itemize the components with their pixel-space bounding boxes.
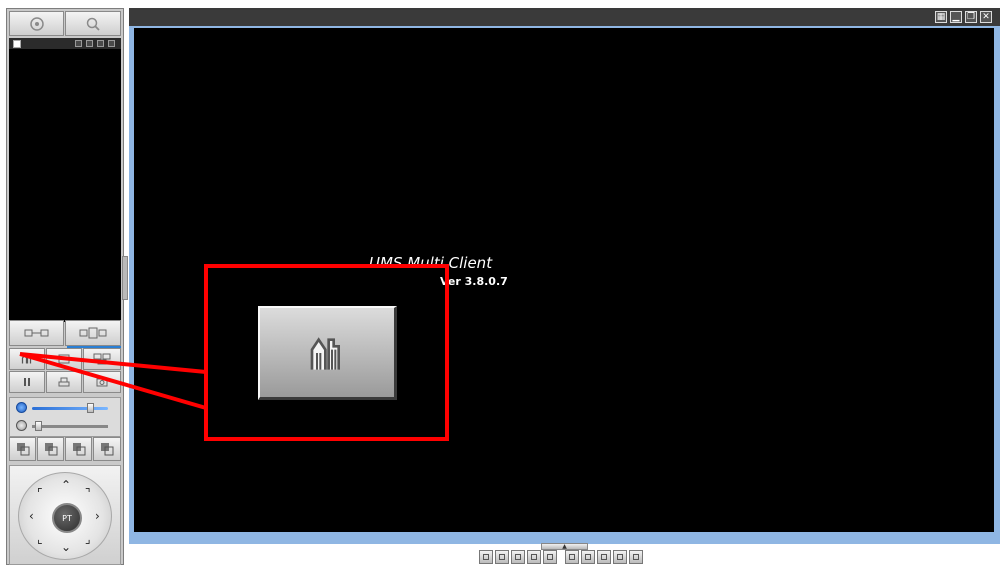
layout-4-button[interactable] xyxy=(495,550,509,564)
mic-thumb[interactable] xyxy=(35,421,43,431)
expand-tab[interactable]: ▲ xyxy=(541,543,588,550)
audio-controls xyxy=(9,397,121,437)
setup-button-zoomed xyxy=(258,306,397,400)
split-icon[interactable] xyxy=(97,40,104,47)
volume-slider[interactable] xyxy=(32,407,108,410)
ptz-downleft-icon[interactable]: ⌞ xyxy=(37,533,43,545)
ptz-preset-button-4[interactable] xyxy=(93,437,121,461)
preset-icon xyxy=(16,443,29,456)
microphone-icon[interactable] xyxy=(16,420,27,431)
ptz-preset-button-2[interactable] xyxy=(37,437,64,461)
print-button[interactable] xyxy=(46,371,82,393)
speaker-icon[interactable] xyxy=(16,402,27,413)
target-icon xyxy=(29,16,44,31)
ptz-upright-icon[interactable]: ⌝ xyxy=(85,487,91,499)
minimize-icon[interactable]: ▁ xyxy=(950,11,962,23)
layout-icon[interactable]: ▦ xyxy=(935,11,947,23)
network-button[interactable] xyxy=(65,320,121,346)
layout-page-3-button[interactable] xyxy=(597,550,611,564)
ptz-preset-button-3[interactable] xyxy=(65,437,92,461)
connect-button[interactable] xyxy=(9,320,64,346)
preset-icon xyxy=(72,443,85,456)
record-button[interactable] xyxy=(46,348,82,370)
ptz-preset-button-1[interactable] xyxy=(9,437,36,461)
multi-screen-button[interactable] xyxy=(83,348,121,370)
layout-page-1-button[interactable] xyxy=(565,550,579,564)
title-bar: ▦ ▁ ❐ ✕ xyxy=(129,8,1000,26)
layout-page-4-button[interactable] xyxy=(613,550,627,564)
connector-icon xyxy=(24,329,48,337)
camera-icon xyxy=(96,378,108,387)
tools-icon xyxy=(310,336,340,370)
layout-16-button[interactable] xyxy=(527,550,541,564)
layout-page-2-button[interactable] xyxy=(581,550,595,564)
ptz-joystick[interactable]: ⌃ ⌄ ‹ › ⌜ ⌝ ⌞ ⌟ PT xyxy=(18,472,112,560)
preview-checkbox[interactable] xyxy=(13,40,21,48)
pause-icon xyxy=(24,378,30,386)
app-version: Ver 3.8.0.7 xyxy=(440,275,508,288)
tools-icon xyxy=(21,354,32,364)
print-icon xyxy=(58,377,70,387)
camera-preview xyxy=(9,49,121,322)
ptz-up-icon[interactable]: ⌃ xyxy=(61,479,71,491)
control-panel: ⌃ ⌄ ‹ › ⌜ ⌝ ⌞ ⌟ PT xyxy=(6,8,124,565)
layout-9-button[interactable] xyxy=(511,550,525,564)
capture-button[interactable] xyxy=(83,371,121,393)
preset-icon xyxy=(101,443,114,456)
panel-collapse-handle[interactable] xyxy=(122,256,128,300)
ptz-left-icon[interactable]: ‹ xyxy=(29,510,34,522)
split-icon[interactable] xyxy=(108,40,115,47)
pause-button[interactable] xyxy=(9,371,45,393)
record-icon xyxy=(58,354,70,364)
ptz-downright-icon[interactable]: ⌟ xyxy=(85,533,91,545)
setup-button[interactable] xyxy=(9,348,45,370)
ptz-upleft-icon[interactable]: ⌜ xyxy=(37,487,43,499)
magnifier-icon xyxy=(86,17,100,31)
ptz-right-icon[interactable]: › xyxy=(95,510,100,522)
search-button[interactable] xyxy=(65,11,121,36)
mic-slider[interactable] xyxy=(32,425,108,428)
preview-toolbar xyxy=(9,38,121,49)
layout-sequence-button[interactable] xyxy=(543,550,557,564)
ptz-center-button[interactable]: PT xyxy=(52,503,82,533)
network-icon xyxy=(79,327,107,339)
preset-icon xyxy=(44,443,57,456)
split-icon[interactable] xyxy=(86,40,93,47)
ptz-down-icon[interactable]: ⌄ xyxy=(61,541,71,553)
layout-page-5-button[interactable] xyxy=(629,550,643,564)
ptz-control: ⌃ ⌄ ‹ › ⌜ ⌝ ⌞ ⌟ PT xyxy=(9,465,121,565)
camera-select-button[interactable] xyxy=(9,11,64,36)
split-icon[interactable] xyxy=(75,40,82,47)
multi-screen-icon xyxy=(93,353,111,365)
layout-1-button[interactable] xyxy=(479,550,493,564)
restore-icon[interactable]: ❐ xyxy=(965,11,977,23)
close-icon[interactable]: ✕ xyxy=(980,11,992,23)
volume-thumb[interactable] xyxy=(87,403,95,413)
